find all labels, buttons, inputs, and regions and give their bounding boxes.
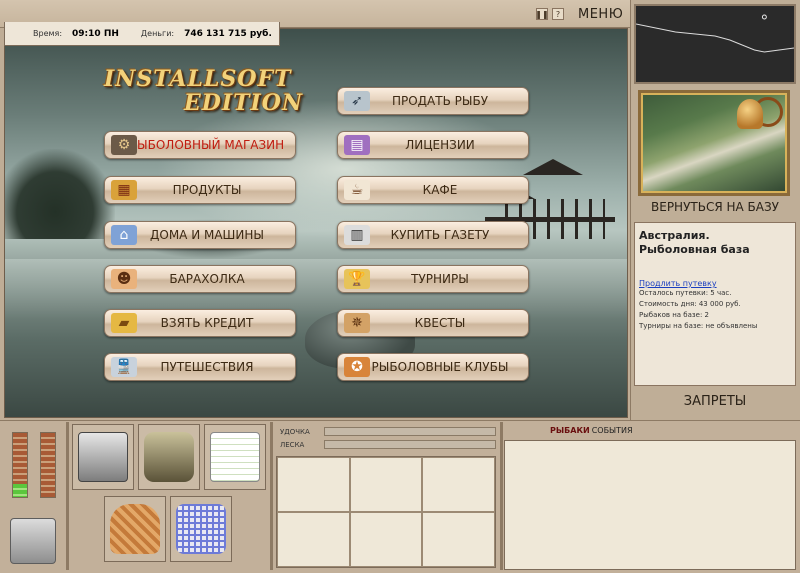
money-label: Деньги:: [140, 29, 175, 38]
quests-button[interactable]: ✵ КВЕСТЫ: [337, 309, 529, 337]
notepad-icon: [210, 432, 260, 482]
trophy-icon: 🏆: [344, 269, 370, 289]
pause-icon: ❚❚: [535, 9, 549, 19]
equipment-cell[interactable]: [349, 512, 423, 567]
inventory-slot-backpack[interactable]: [138, 424, 200, 490]
line-label: ЛЕСКА: [280, 440, 305, 449]
equipment-cell[interactable]: [349, 457, 423, 512]
lake-scene-background: [4, 28, 628, 418]
top-controls: ❚❚ ?: [535, 8, 564, 20]
tackle-case-icon: [78, 432, 128, 482]
keepnet-icon: [176, 504, 226, 554]
basket-icon: [110, 504, 160, 554]
coffee-cup-icon: ☕: [344, 180, 370, 200]
houses-cars-button[interactable]: ⌂ ДОМА И МАШИНЫ: [104, 221, 296, 249]
boat-motor-icon: ⚙: [111, 135, 137, 155]
status-panel: Время: 09:10 ПН Деньги: 746 131 715 руб.: [4, 22, 280, 46]
line-bar: [324, 440, 496, 449]
house-icon: ⌂: [111, 225, 137, 245]
pause-button[interactable]: ❚❚: [535, 8, 549, 20]
inventory-slot-tackle-case[interactable]: [72, 424, 134, 490]
people-icon: ☻: [111, 269, 137, 289]
time-value: 09:10 ПН: [72, 28, 119, 39]
return-to-base-button[interactable]: ВЕРНУТЬСЯ НА БАЗУ: [634, 200, 796, 220]
rod-label: УДОЧКА: [280, 427, 310, 436]
info-row: Турниры на базе: не объявлены: [639, 322, 758, 330]
groceries-button[interactable]: ▦ ПРОДУКТЫ: [104, 176, 296, 204]
extend-trip-link[interactable]: Продлить путевку: [639, 279, 791, 288]
tab-events[interactable]: СОБЫТИЯ: [592, 426, 633, 435]
game-logo: INSTALLSOFT EDITION: [104, 66, 304, 116]
license-icon: ▤: [344, 135, 370, 155]
bell-icon: [737, 99, 763, 129]
gold-bars-icon: ▰: [111, 313, 137, 333]
game-window: Время: 09:10 ПН Деньги: 746 131 715 руб.…: [0, 0, 800, 573]
tackle-status: УДОЧКА ЛЕСКА: [280, 425, 496, 451]
tab-fishermen[interactable]: РЫБАКИ: [550, 426, 590, 435]
info-row: Осталось путевки: 5 час.: [639, 289, 732, 297]
sell-fish-button[interactable]: ➶ ПРОДАТЬ РЫБУ: [337, 87, 529, 115]
backpack-icon: [144, 432, 194, 482]
gauge-right: [40, 432, 56, 498]
tournaments-button[interactable]: 🏆 ТУРНИРЫ: [337, 265, 529, 293]
inventory-slot-notepad[interactable]: [204, 424, 266, 490]
events-panel: [504, 440, 796, 570]
equipment-grid: [276, 456, 496, 568]
newspaper-icon: ▥: [344, 225, 370, 245]
money-value: 746 131 715 руб.: [184, 28, 272, 39]
time-label: Время:: [33, 29, 63, 38]
inventory-slot-basket[interactable]: [104, 496, 166, 562]
tacklebox-icon[interactable]: [10, 518, 56, 564]
equipment-cell[interactable]: [277, 512, 350, 567]
buy-newspaper-button[interactable]: ▥ КУПИТЬ ГАЗЕТУ: [337, 221, 529, 249]
equipment-cell[interactable]: [422, 512, 495, 567]
compass-icon: ✵: [344, 313, 370, 333]
train-icon: 🚆: [111, 357, 137, 377]
groceries-icon: ▦: [111, 180, 137, 200]
flea-market-button[interactable]: ☻ БАРАХОЛКА: [104, 265, 296, 293]
help-button[interactable]: ?: [552, 8, 564, 20]
club-emblem-icon: ✪: [344, 357, 370, 377]
bans-button[interactable]: ЗАПРЕТЫ: [634, 394, 796, 409]
gauges: [10, 432, 60, 502]
base-title: Австралия. Рыболовная база: [639, 229, 750, 256]
info-row: Рыбаков на базе: 2: [639, 311, 709, 319]
fish-icon: ➶: [344, 91, 370, 111]
menu-button[interactable]: МЕНЮ: [578, 7, 623, 22]
fishing-shop-button[interactable]: ⚙ РЫБОЛОВНЫЙ МАГАЗИН: [104, 131, 296, 159]
rod-bar: [324, 427, 496, 436]
equipment-cell[interactable]: [422, 457, 495, 512]
fishing-base-image[interactable]: [638, 90, 790, 196]
cafe-button[interactable]: ☕ КАФЕ: [337, 176, 529, 204]
base-info-panel: Австралия. Рыболовная база Продлить путе…: [634, 222, 796, 386]
log-tabs: РЫБАКИ СОБЫТИЯ: [550, 426, 633, 435]
licenses-button[interactable]: ▤ ЛИЦЕНЗИИ: [337, 131, 529, 159]
gauge-left: [12, 432, 28, 498]
minimap[interactable]: [634, 4, 796, 84]
equipment-cell[interactable]: [277, 457, 350, 512]
take-loan-button[interactable]: ▰ ВЗЯТЬ КРЕДИТ: [104, 309, 296, 337]
inventory-slot-keepnet[interactable]: [170, 496, 232, 562]
info-row: Стоимость дня: 43 000 руб.: [639, 300, 741, 308]
travel-button[interactable]: 🚆 ПУТЕШЕСТВИЯ: [104, 353, 296, 381]
fishing-clubs-button[interactable]: ✪ РЫБОЛОВНЫЕ КЛУБЫ: [337, 353, 529, 381]
